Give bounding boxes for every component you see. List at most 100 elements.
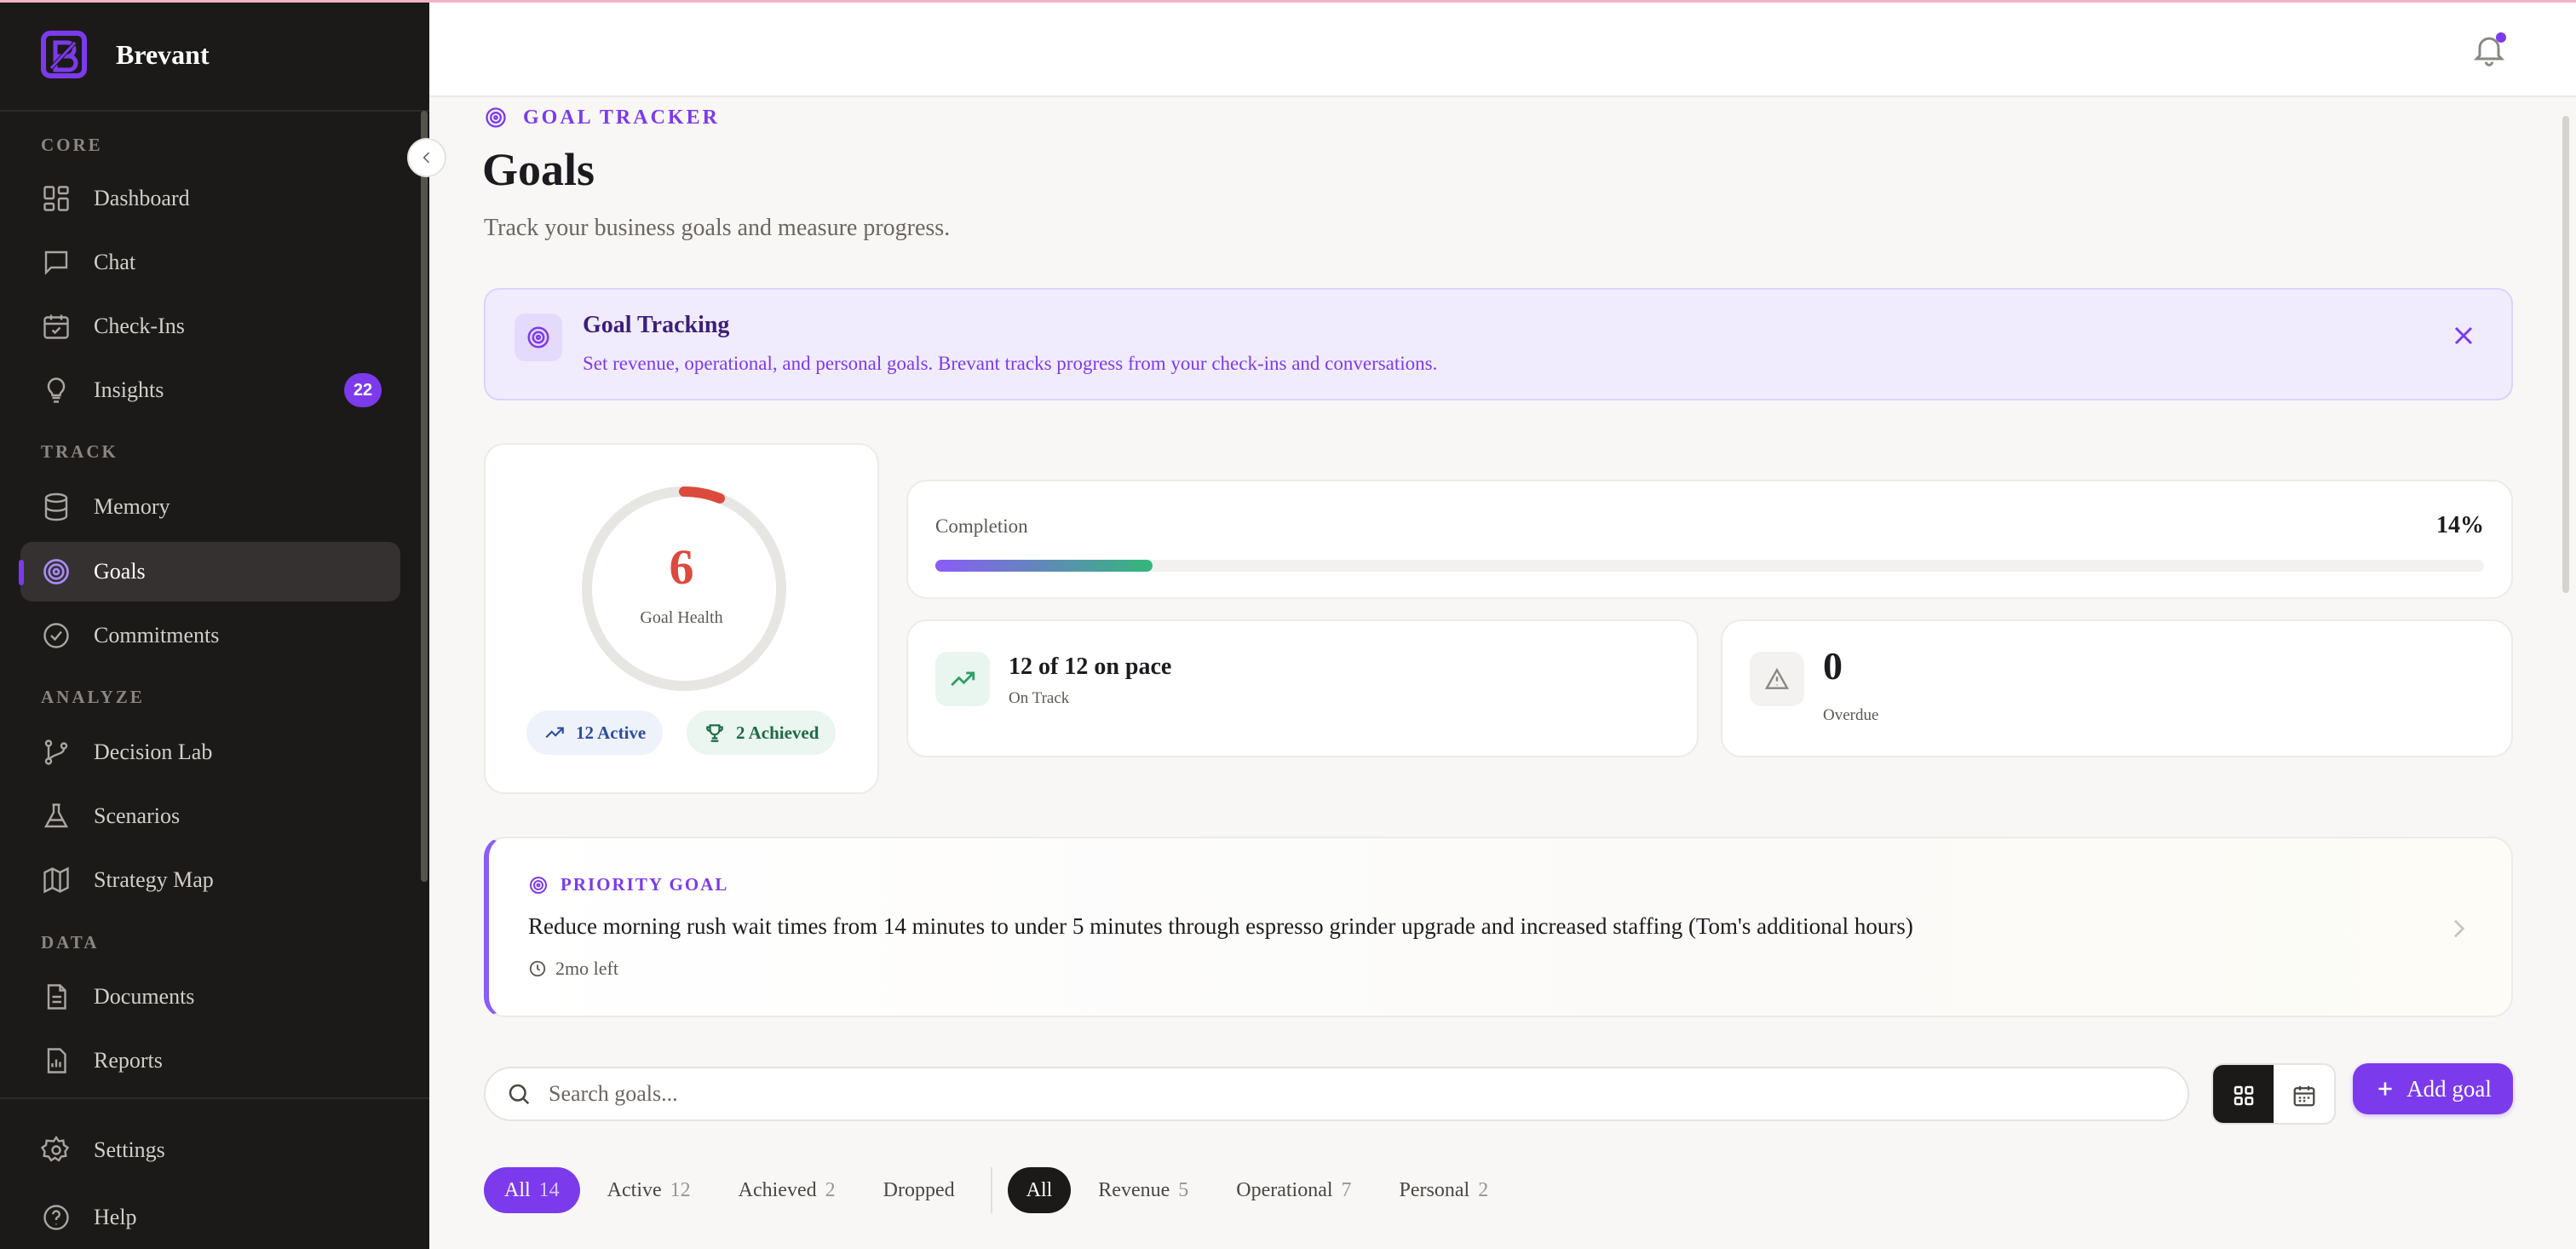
completion-label: Completion bbox=[935, 515, 1028, 537]
lightbulb-icon bbox=[47, 377, 66, 403]
sidebar-scrollbar[interactable] bbox=[421, 111, 428, 882]
sidebar-section-data: DATA bbox=[41, 932, 100, 953]
database-icon bbox=[44, 492, 68, 521]
sidebar-section-core: CORE bbox=[41, 135, 103, 155]
search-icon bbox=[509, 1084, 530, 1105]
priority-goal-title: Reduce morning rush wait times from 14 m… bbox=[528, 913, 1913, 939]
goal-health-label: Goal Health bbox=[640, 608, 723, 627]
filter-type-personal[interactable]: Personal 2 bbox=[1379, 1167, 1509, 1213]
main-scrollbar[interactable] bbox=[2562, 116, 2569, 593]
top-bar bbox=[429, 0, 2576, 97]
sidebar-section-track: TRACK bbox=[41, 441, 118, 462]
clock-icon bbox=[529, 960, 546, 977]
sidebar-item-label: Strategy Map bbox=[94, 867, 214, 892]
priority-goal-card[interactable]: PRIORITY GOAL Reduce morning rush wait t… bbox=[484, 837, 2513, 1017]
check-circle-icon bbox=[43, 623, 69, 648]
sidebar-item-label: Help bbox=[94, 1205, 137, 1229]
calendar-icon bbox=[2293, 1085, 2314, 1107]
achieved-goals-pill[interactable]: 2 Achieved bbox=[687, 711, 837, 755]
grid-icon bbox=[43, 186, 69, 211]
report-icon bbox=[47, 1048, 66, 1073]
goal-filters: All 14 Active 12 Achieved 2 Dropped All … bbox=[484, 1166, 1509, 1214]
brand[interactable]: Brevant bbox=[41, 31, 210, 78]
active-goals-pill[interactable]: 12 Active bbox=[526, 711, 664, 755]
trending-up-icon bbox=[545, 727, 564, 739]
filter-type-operational[interactable]: Operational 7 bbox=[1216, 1167, 1371, 1213]
close-icon[interactable] bbox=[2448, 320, 2479, 351]
sidebar-item-label: Decision Lab bbox=[94, 740, 213, 764]
grid-view-button[interactable] bbox=[2213, 1065, 2274, 1123]
sidebar-item-label: Chat bbox=[94, 250, 136, 274]
calendar-check-icon bbox=[43, 314, 69, 339]
gear-icon bbox=[41, 1135, 70, 1162]
chip-label: Revenue bbox=[1098, 1178, 1170, 1201]
chip-label: Dropped bbox=[883, 1178, 955, 1201]
filter-type-all[interactable]: All bbox=[1007, 1167, 1072, 1213]
add-goal-button[interactable]: Add goal bbox=[2353, 1063, 2513, 1114]
banner-title: Goal Tracking bbox=[583, 312, 730, 338]
sidebar-item-strategy-map[interactable]: Strategy Map bbox=[20, 850, 400, 910]
chip-label: Personal bbox=[1399, 1178, 1470, 1201]
sidebar-item-label: Dashboard bbox=[94, 186, 190, 210]
stat-icon bbox=[1750, 652, 1804, 706]
target-icon bbox=[530, 876, 547, 894]
achieved-goals-label: 2 Achieved bbox=[736, 722, 819, 743]
filter-status-dropped[interactable]: Dropped bbox=[863, 1167, 975, 1213]
chip-count: 14 bbox=[538, 1178, 560, 1201]
priority-time-left: 2mo left bbox=[528, 958, 618, 980]
chip-label: All bbox=[1026, 1178, 1053, 1201]
stat-icon bbox=[935, 652, 990, 706]
sidebar-item-commitments[interactable]: Commitments bbox=[20, 606, 400, 665]
calendar-view-button[interactable] bbox=[2274, 1065, 2334, 1123]
goal-health-value: 6 bbox=[669, 539, 694, 595]
notification-dot bbox=[2496, 32, 2506, 43]
sidebar-item-label: Documents bbox=[94, 984, 195, 1009]
on-track-label: On Track bbox=[1009, 689, 1070, 707]
goal-health-card: 6 Goal Health 12 Active 2 Achieved bbox=[484, 443, 879, 794]
sidebar-item-settings[interactable]: Settings bbox=[20, 1120, 400, 1180]
sidebar-item-scenarios[interactable]: Scenarios bbox=[20, 786, 400, 846]
sidebar-item-reports[interactable]: Reports bbox=[20, 1031, 400, 1091]
on-track-card: 12 of 12 on pace On Track bbox=[906, 619, 1699, 757]
eyebrow-label: GOAL TRACKER bbox=[523, 106, 720, 129]
chip-count: 2 bbox=[825, 1178, 836, 1201]
sidebar-item-insights[interactable]: Insights 22 bbox=[20, 360, 400, 420]
filter-status-all[interactable]: All 14 bbox=[484, 1167, 580, 1213]
on-pace-value: 12 of 12 on pace bbox=[1009, 653, 1172, 680]
filter-status-active[interactable]: Active 12 bbox=[587, 1167, 711, 1213]
search-input[interactable] bbox=[549, 1081, 2167, 1107]
overdue-value: 0 bbox=[1823, 644, 1843, 688]
completion-progress-fill bbox=[935, 560, 1153, 572]
priority-eyebrow-label: PRIORITY GOAL bbox=[561, 874, 729, 895]
sidebar-item-chat[interactable]: Chat bbox=[20, 233, 400, 292]
sidebar-item-documents[interactable]: Documents bbox=[20, 967, 400, 1027]
target-icon bbox=[43, 559, 69, 584]
sidebar-item-dashboard[interactable]: Dashboard bbox=[20, 169, 400, 228]
page-subtitle: Track your business goals and measure pr… bbox=[484, 215, 951, 241]
completion-value: 14% bbox=[2436, 512, 2484, 538]
filter-type-revenue[interactable]: Revenue 5 bbox=[1078, 1167, 1209, 1213]
sidebar-item-label: Memory bbox=[94, 494, 170, 519]
sidebar-item-goals[interactable]: Goals bbox=[20, 542, 400, 601]
chip-label: Achieved bbox=[738, 1178, 817, 1201]
target-icon bbox=[527, 326, 549, 348]
chevron-left-icon bbox=[423, 152, 430, 164]
target-icon bbox=[486, 107, 506, 128]
collapse-sidebar-button[interactable] bbox=[407, 138, 446, 177]
sidebar-item-memory[interactable]: Memory bbox=[20, 477, 400, 537]
chip-count: 12 bbox=[670, 1178, 691, 1201]
brevant-logo-icon bbox=[41, 31, 87, 78]
trophy-icon bbox=[706, 724, 723, 742]
plus-icon bbox=[2378, 1082, 2392, 1096]
time-left-label: 2mo left bbox=[555, 958, 618, 979]
sidebar-item-decision-lab[interactable]: Decision Lab bbox=[20, 722, 400, 782]
overdue-card: 0 Overdue bbox=[1721, 619, 2513, 757]
sidebar-item-check-ins[interactable]: Check-Ins bbox=[20, 296, 400, 356]
top-accent-line bbox=[0, 0, 2576, 3]
filter-status-achieved[interactable]: Achieved 2 bbox=[718, 1167, 856, 1213]
sidebar-item-label: Insights bbox=[94, 377, 164, 402]
brand-name: Brevant bbox=[116, 38, 210, 70]
trending-up-icon bbox=[951, 671, 975, 687]
active-goals-label: 12 Active bbox=[576, 722, 647, 743]
sidebar-item-help[interactable]: Help bbox=[20, 1188, 400, 1247]
